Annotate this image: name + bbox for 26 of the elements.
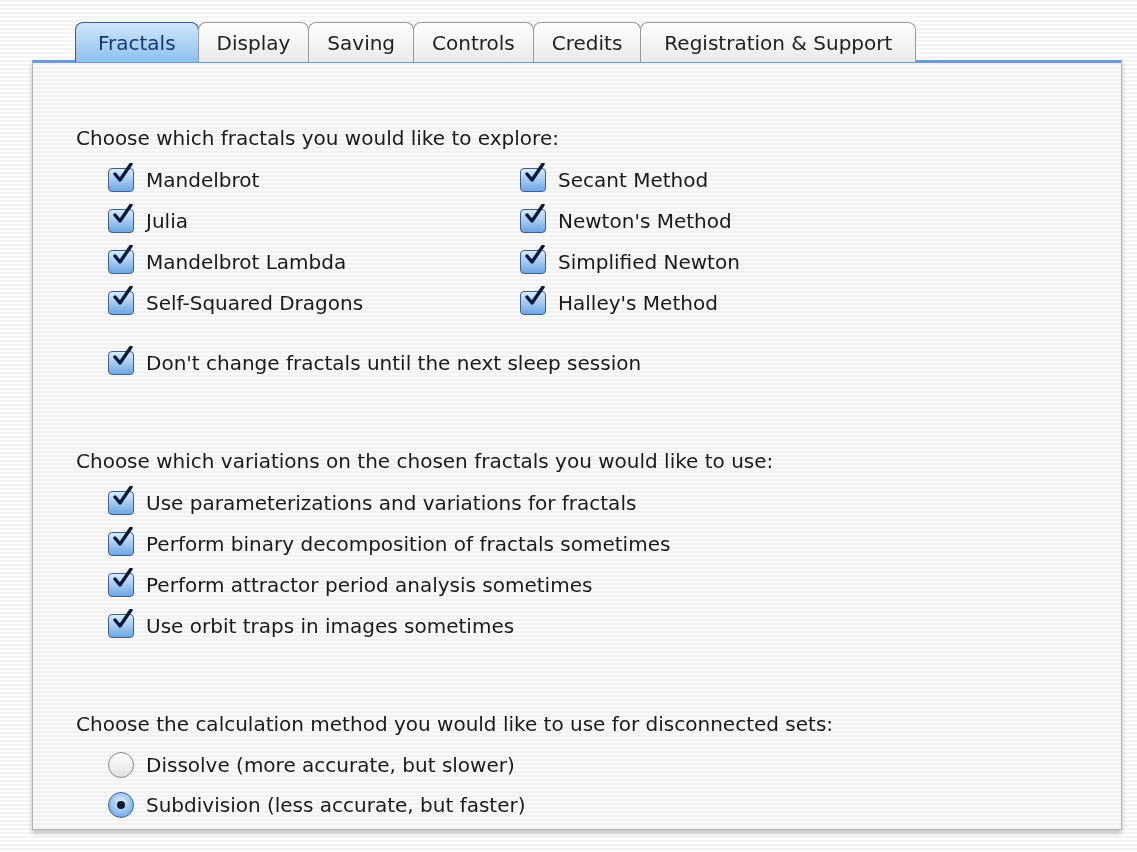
checkbox-label: Halley's Method (558, 290, 718, 315)
checkbox-label: Mandelbrot Lambda (146, 249, 347, 274)
section-heading: Choose which fractals you would like to explore: (76, 126, 560, 150)
tab[interactable]: Saving (308, 22, 415, 62)
tab[interactable]: Fractals (75, 22, 199, 62)
checkbox-label: Simplified Newton (558, 249, 740, 274)
checkbox-label: Self-Squared Dragons (146, 290, 364, 315)
radio-label: Dissolve (more accurate, but slower) (146, 753, 515, 777)
checkbox-label: Don't change fractals until the next sleep session (146, 350, 642, 375)
checkbox-label: Secant Method (558, 167, 709, 192)
tab[interactable]: Credits (532, 22, 642, 62)
section-heading: Choose the calculation method you would like to use for disconnected sets: (76, 712, 835, 736)
radio-button[interactable] (108, 752, 134, 778)
tab[interactable]: Display (197, 22, 310, 62)
checkbox-label: Perform binary decomposition of fractals sometimes (146, 531, 671, 556)
checkbox-label: Use parameterizations and variations for fractals (146, 490, 637, 515)
tab[interactable]: Controls (413, 22, 534, 62)
radio-label: Subdivision (less accurate, but faster) (146, 793, 526, 817)
checkbox-label: Mandelbrot (146, 167, 260, 192)
section-heading: Choose which variations on the chosen fractals you would like to use: (76, 449, 775, 473)
checkbox-label: Use orbit traps in images sometimes (146, 613, 515, 638)
checkbox-label: Julia (146, 208, 188, 233)
checkbox-label: Newton's Method (558, 208, 732, 233)
checkbox-label: Perform attractor period analysis sometimes (146, 572, 593, 597)
tab[interactable]: Registration & Support (640, 22, 917, 62)
radio-button[interactable] (108, 792, 134, 818)
